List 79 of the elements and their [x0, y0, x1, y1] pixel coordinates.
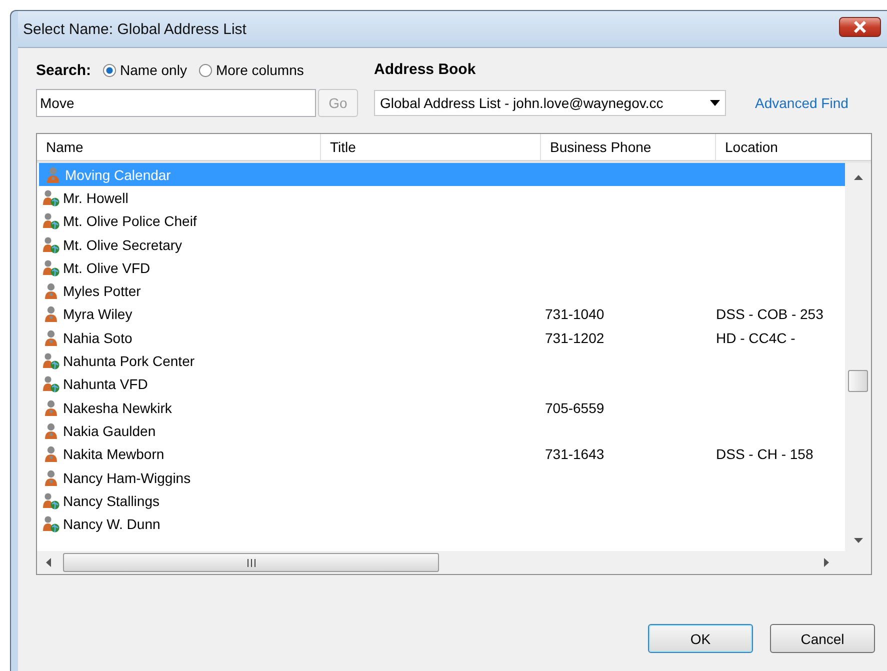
table-row[interactable]: Nahia Soto 731-1202 HD - CC4C -: [37, 326, 845, 350]
person-icon: [42, 305, 60, 324]
table-row[interactable]: Nancy W. Dunn: [37, 512, 845, 536]
ok-button[interactable]: OK: [648, 624, 753, 653]
close-icon: [853, 21, 867, 33]
grip-icon: [246, 558, 256, 566]
person-globe-icon: [42, 352, 60, 370]
search-label: Search:: [36, 62, 92, 78]
table-row[interactable]: Nancy Stallings: [37, 489, 845, 512]
phone-cell: 731-1202: [545, 330, 604, 346]
column-header[interactable]: Business Phone: [541, 134, 716, 160]
location-cell: DSS - COB - 253: [716, 306, 824, 322]
cancel-button[interactable]: Cancel: [770, 624, 875, 653]
name-cell: Myles Potter: [63, 283, 141, 300]
scroll-down-icon[interactable]: [854, 538, 862, 543]
name-cell: Myra Wiley: [63, 306, 132, 322]
table-row[interactable]: Myles Potter: [37, 279, 845, 303]
name-cell: Mt. Olive Secretary: [63, 236, 182, 253]
phone-cell: 705-6559: [545, 400, 604, 416]
name-cell: Mr. Howell: [63, 190, 128, 206]
location-cell: DSS - CH - 158: [716, 446, 814, 462]
person-globe-icon: [42, 188, 60, 207]
person-icon: [42, 328, 60, 347]
name-cell: Nahunta VFD: [63, 376, 148, 392]
table-row[interactable]: Nahunta VFD: [37, 372, 845, 396]
name-cell: Nahia Soto: [63, 330, 132, 346]
person-globe-icon: [42, 236, 60, 254]
person-globe-icon: [42, 515, 60, 534]
scroll-thumb[interactable]: [63, 553, 439, 572]
phone-cell: 731-1643: [545, 446, 604, 462]
name-cell: Nakita Mewborn: [63, 446, 164, 462]
table-row[interactable]: Nakesha Newkirk 705-6559: [37, 396, 845, 420]
advanced-find-link[interactable]: Advanced Find: [755, 95, 848, 111]
address-book-label: Address Book: [374, 60, 477, 80]
person-globe-icon: [42, 212, 60, 230]
person-globe-icon: [42, 492, 60, 510]
person-icon: [42, 422, 60, 440]
vertical-scrollbar[interactable]: [845, 163, 871, 551]
table-row[interactable]: Nakia Gaulden: [37, 419, 845, 443]
radio-option[interactable]: More columns: [198, 62, 304, 78]
table-row[interactable]: Nakita Mewborn 731-1643 DSS - CH - 158: [37, 442, 845, 466]
person-icon: [42, 445, 60, 464]
window-title: Select Name: Global Address List: [23, 20, 246, 38]
table-row[interactable]: Mt. Olive Secretary: [37, 232, 845, 256]
name-cell: Mt. Olive VFD: [63, 260, 150, 276]
table-row[interactable]: Mr. Howell: [37, 186, 845, 210]
caret-icon: [710, 100, 720, 106]
name-cell: Nakia Gaulden: [63, 422, 156, 439]
radio-option[interactable]: Name only: [103, 62, 187, 78]
table-row[interactable]: Myra Wiley 731-1040 DSS - COB - 253: [37, 302, 845, 326]
name-cell: Mt. Olive Police Cheif: [63, 213, 197, 230]
table-row[interactable]: Mt. Olive VFD: [37, 256, 845, 280]
search-field[interactable]: Move: [36, 89, 316, 117]
person-icon: [44, 166, 62, 184]
scroll-thumb[interactable]: [848, 370, 868, 392]
table-row[interactable]: Nancy Ham-Wiggins: [37, 466, 845, 490]
name-cell: Nakesha Newkirk: [63, 400, 172, 416]
person-icon: [42, 398, 60, 417]
close-button[interactable]: [839, 17, 881, 37]
person-icon: [42, 468, 60, 486]
location-cell: HD - CC4C -: [716, 330, 796, 346]
column-header[interactable]: Title: [321, 134, 541, 160]
table-row[interactable]: Mt. Olive Police Cheif: [37, 210, 845, 233]
person-globe-icon: [42, 375, 60, 394]
phone-cell: 731-1040: [545, 306, 604, 322]
name-cell: Nancy W. Dunn: [63, 516, 160, 532]
name-cell: Nahunta Pork Center: [63, 353, 195, 370]
scroll-right-icon[interactable]: [824, 558, 829, 567]
person-icon: [42, 282, 60, 300]
column-header[interactable]: Name: [37, 134, 321, 160]
column-header[interactable]: Location: [716, 134, 869, 160]
name-cell: Nancy Stallings: [63, 492, 160, 509]
address-book-dropdown[interactable]: Global Address List - john.love@waynegov.cc: [374, 90, 726, 116]
scroll-left-icon[interactable]: [46, 558, 51, 567]
scroll-up-icon[interactable]: [854, 175, 862, 180]
table-row[interactable]: Nahunta Pork Center: [37, 349, 845, 373]
name-cell: Moving Calendar: [65, 166, 171, 183]
person-globe-icon: [42, 258, 60, 277]
name-cell: Nancy Ham-Wiggins: [63, 470, 191, 486]
